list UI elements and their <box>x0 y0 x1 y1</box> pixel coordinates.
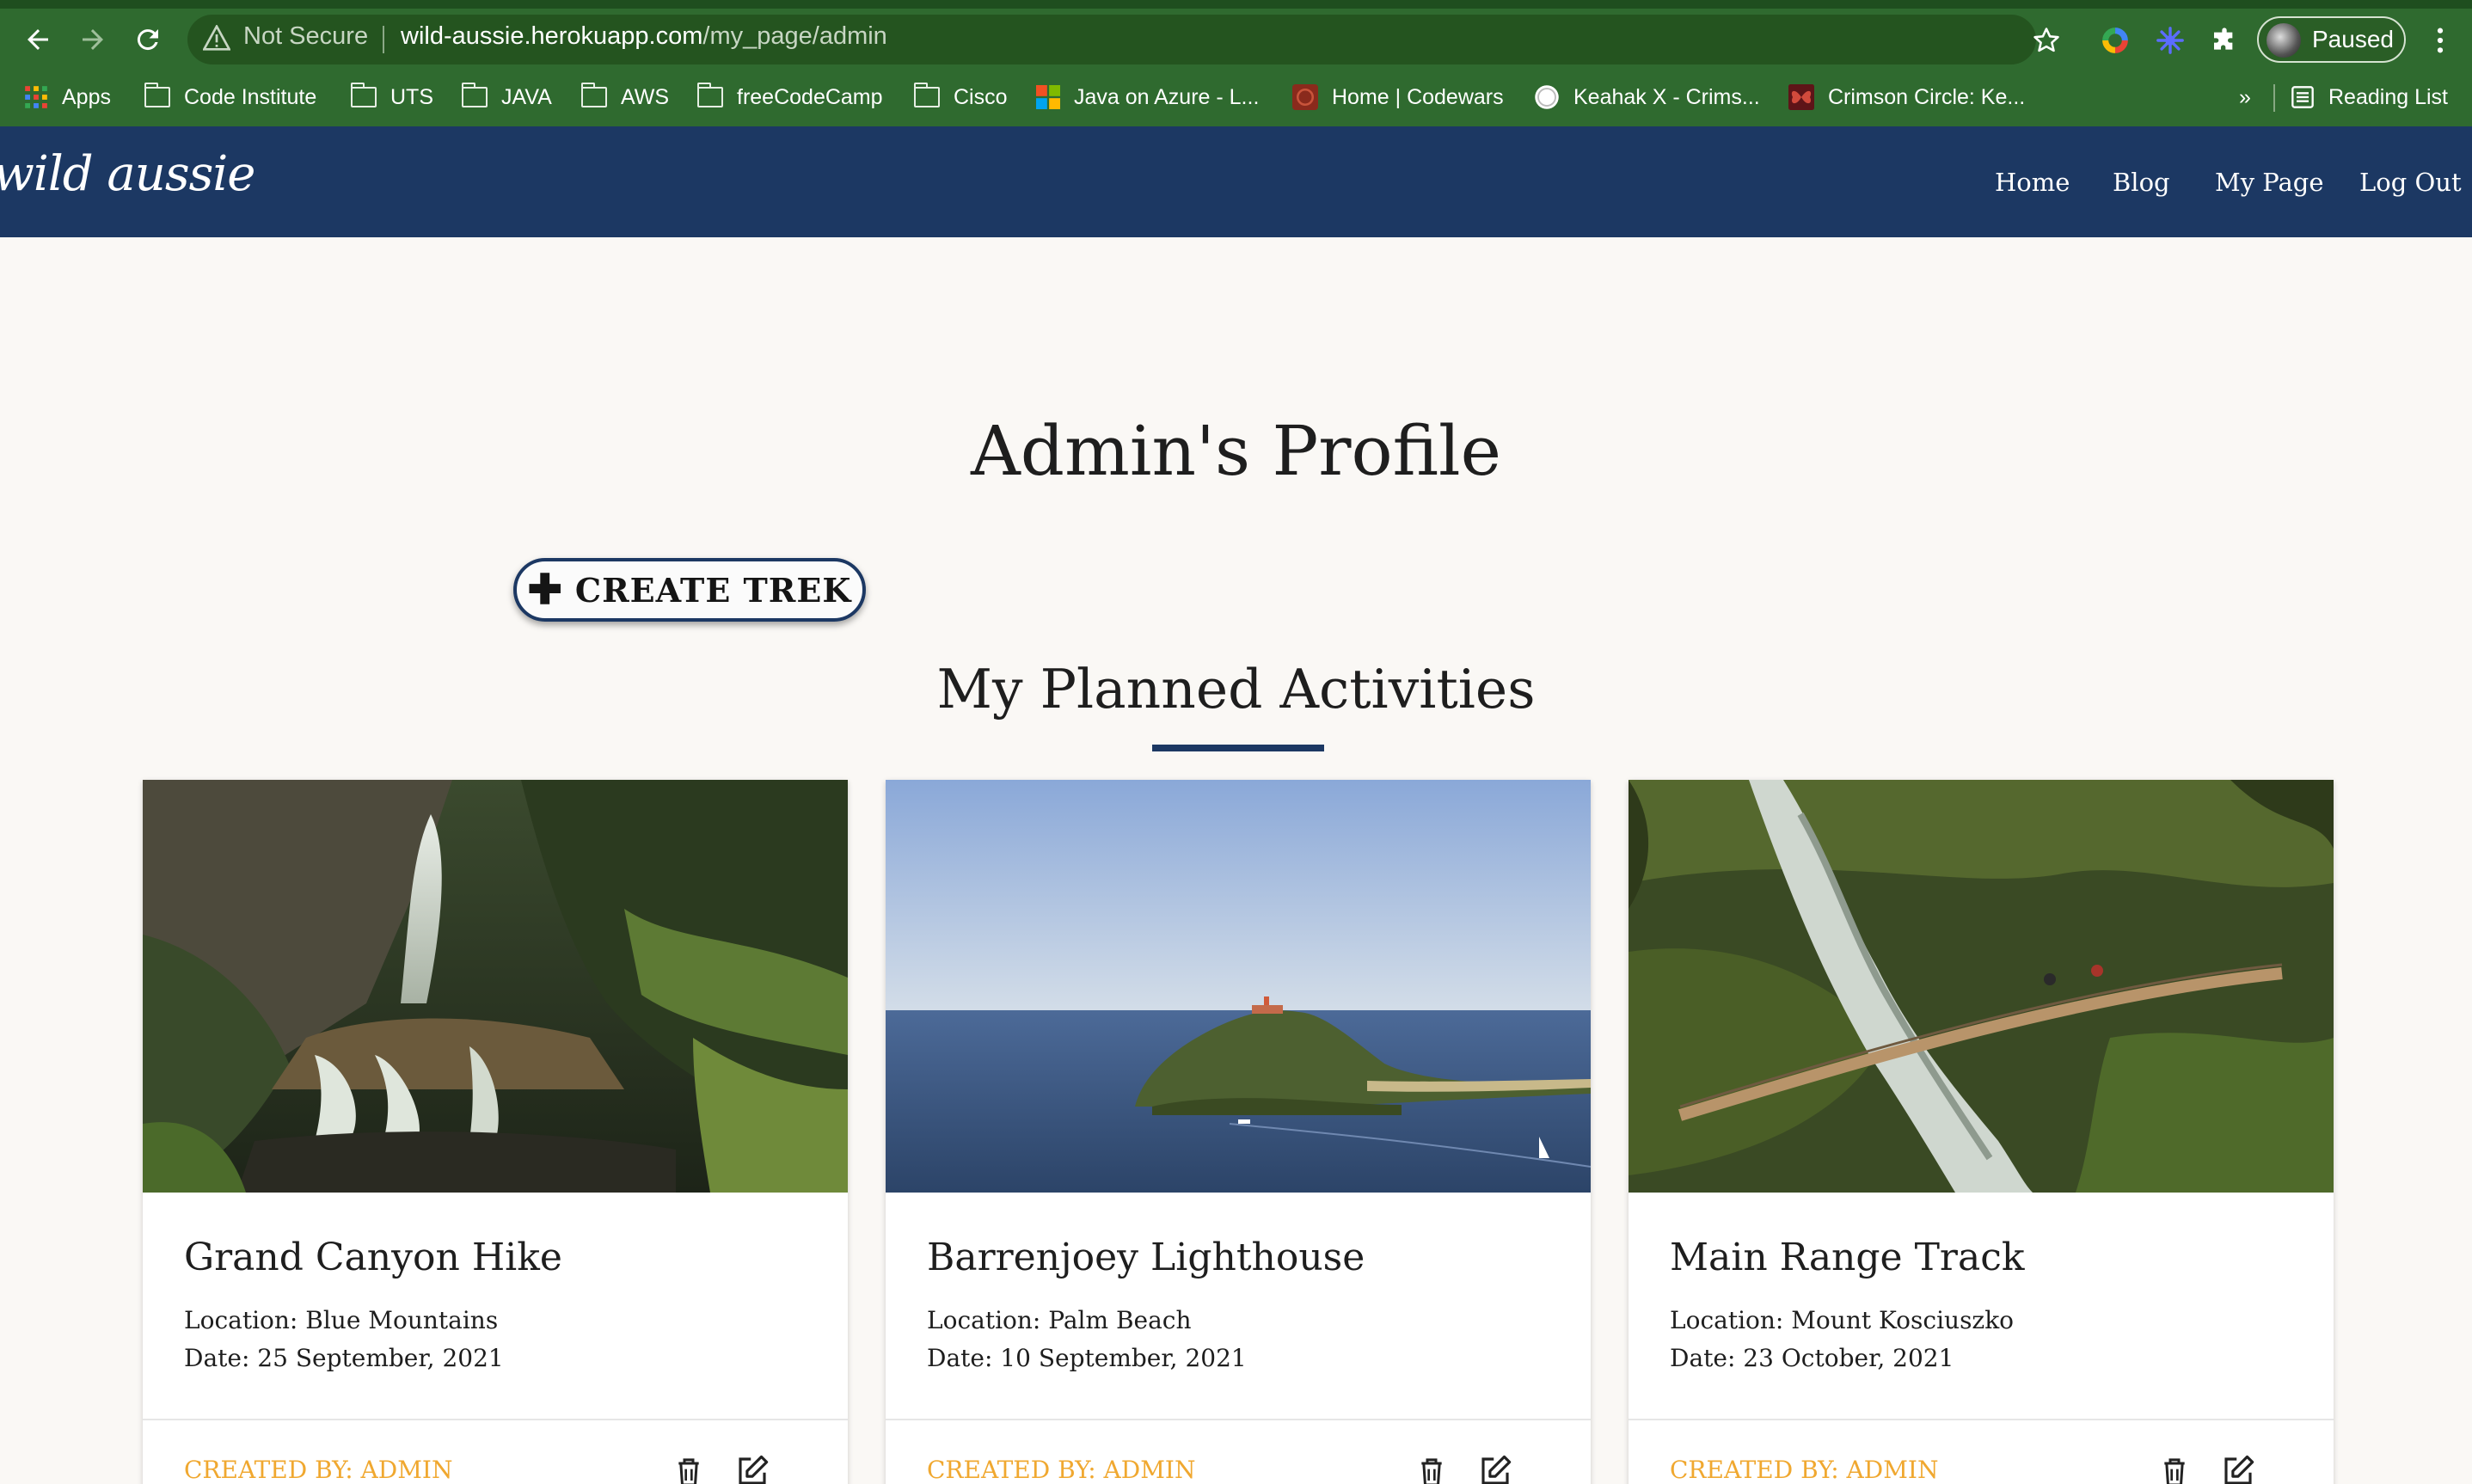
card-date: Date: 23 October, 2021 <box>1670 1344 1954 1372</box>
bookmark-label: Java on Azure - L... <box>1074 84 1260 109</box>
site-navbar <box>0 126 2472 237</box>
card-created-by: CREATED BY: ADMIN <box>927 1456 1196 1484</box>
reading-list-button[interactable]: Reading List <box>2291 81 2448 113</box>
bookmark-label: Cisco <box>954 84 1008 109</box>
nav-link-log-out[interactable]: Log Out <box>2359 168 2462 197</box>
trash-icon[interactable] <box>672 1455 706 1484</box>
nav-link-my-page[interactable]: My Page <box>2215 168 2324 197</box>
circle-icon <box>1535 85 1559 109</box>
warning-triangle-icon[interactable] <box>202 23 231 54</box>
river-bridge-photo <box>1629 780 2334 1193</box>
folder-icon <box>697 83 723 107</box>
microsoft-icon <box>1036 85 1060 109</box>
bookmark-codewars[interactable]: Home | Codewars <box>1292 81 1504 113</box>
bookmark-cisco[interactable]: Cisco <box>914 81 1008 113</box>
nav-link-blog[interactable]: Blog <box>2113 168 2170 197</box>
nav-link-home[interactable]: Home <box>1995 168 2070 197</box>
folder-icon <box>351 83 377 107</box>
not-secure-label[interactable]: Not Secure <box>243 22 368 51</box>
headland-ocean-photo <box>886 780 1591 1193</box>
card-created-by: CREATED BY: ADMIN <box>184 1456 453 1484</box>
folder-icon <box>914 83 940 107</box>
bookmarks-divider <box>2273 84 2275 112</box>
reload-icon[interactable] <box>127 19 169 60</box>
bookmark-label: Code Institute <box>184 84 317 109</box>
back-arrow-icon[interactable] <box>17 19 58 60</box>
butterfly-icon <box>1788 84 1814 110</box>
bookmark-aws[interactable]: AWS <box>581 81 669 113</box>
edit-icon[interactable] <box>2220 1453 2256 1484</box>
blue-gear-extension-icon[interactable] <box>2151 21 2189 59</box>
chrome-top-edge <box>0 0 2472 9</box>
bookmark-label: Apps <box>62 84 111 109</box>
bookmark-apps[interactable]: Apps <box>24 81 111 113</box>
folder-icon <box>144 83 170 107</box>
card-title[interactable]: Main Range Track <box>1670 1236 2025 1279</box>
forward-arrow-icon[interactable] <box>72 19 113 60</box>
bookmark-label: freeCodeCamp <box>737 84 883 109</box>
url-text[interactable]: wild-aussie.herokuapp.com/my_page/admin <box>401 22 887 51</box>
card-divider <box>1629 1419 2334 1420</box>
edit-icon[interactable] <box>1477 1453 1513 1484</box>
bookmark-label: Home | Codewars <box>1332 84 1504 109</box>
card-date: Date: 25 September, 2021 <box>184 1344 504 1372</box>
section-title: My Planned Activities <box>936 658 1536 721</box>
activity-card[interactable]: Barrenjoey Lighthouse Location: Palm Bea… <box>886 780 1591 1484</box>
bookmark-uts[interactable]: UTS <box>351 81 433 113</box>
codewars-icon <box>1292 84 1318 110</box>
apps-grid-icon <box>25 86 47 108</box>
bookmark-code-institute[interactable]: Code Institute <box>144 81 316 113</box>
trash-icon[interactable] <box>2157 1455 2192 1484</box>
waterfall-forest-photo <box>143 780 848 1193</box>
bookmark-keahak[interactable]: Keahak X - Crims... <box>1534 81 1760 113</box>
activity-card[interactable]: Main Range Track Location: Mount Koscius… <box>1629 780 2334 1484</box>
url-path: /my_page/admin <box>702 22 887 50</box>
reading-list-label: Reading List <box>2328 84 2448 109</box>
card-location: Location: Palm Beach <box>927 1306 1192 1334</box>
bookmark-label: AWS <box>621 84 670 109</box>
bookmark-label: JAVA <box>501 84 552 109</box>
chevron-double-right-icon: » <box>2239 84 2251 109</box>
extensions-puzzle-icon[interactable] <box>2205 21 2243 59</box>
edit-icon[interactable] <box>734 1453 770 1484</box>
profile-status-label: Paused <box>2312 26 2394 52</box>
bookmark-freecodecamp[interactable]: freeCodeCamp <box>697 81 883 113</box>
bookmark-star-icon[interactable] <box>2027 21 2065 59</box>
trash-icon[interactable] <box>1414 1455 1449 1484</box>
plus-icon: ✚ <box>527 566 563 614</box>
card-created-by: CREATED BY: ADMIN <box>1670 1456 1939 1484</box>
bookmark-label: Keahak X - Crims... <box>1573 84 1760 109</box>
kebab-menu-icon[interactable] <box>2421 21 2459 59</box>
card-date: Date: 10 September, 2021 <box>927 1344 1247 1372</box>
reading-list-icon <box>2291 86 2314 108</box>
bookmark-crimson-circle[interactable]: Crimson Circle: Ke... <box>1788 81 2025 113</box>
bookmark-label: Crimson Circle: Ke... <box>1828 84 2026 109</box>
url-divider <box>383 26 384 53</box>
url-host: wild-aussie.herokuapp.com <box>401 22 703 50</box>
card-location: Location: Blue Mountains <box>184 1306 499 1334</box>
bookmark-label: UTS <box>390 84 433 109</box>
create-trek-label: CREATE TREK <box>574 570 852 610</box>
page-title: Admin's Profile <box>971 411 1501 491</box>
bookmark-java-on-azure[interactable]: Java on Azure - L... <box>1036 81 1259 113</box>
card-title[interactable]: Grand Canyon Hike <box>184 1236 562 1279</box>
card-title[interactable]: Barrenjoey Lighthouse <box>927 1236 1365 1279</box>
brand-logo[interactable]: wild aussie <box>0 146 255 202</box>
folder-icon <box>462 83 488 107</box>
folder-icon <box>581 83 607 107</box>
create-trek-button[interactable]: ✚ CREATE TREK <box>513 558 866 622</box>
profile-button[interactable]: Paused <box>2257 16 2406 63</box>
activity-card[interactable]: Grand Canyon Hike Location: Blue Mountai… <box>143 780 848 1484</box>
colorful-ring-extension-icon[interactable] <box>2096 21 2134 59</box>
bookmark-java[interactable]: JAVA <box>462 81 552 113</box>
card-divider <box>143 1419 848 1420</box>
avatar <box>2267 23 2301 58</box>
card-location: Location: Mount Kosciuszko <box>1670 1306 2015 1334</box>
bookmarks-overflow-button[interactable]: » <box>2239 81 2251 113</box>
section-underline <box>1152 745 1324 751</box>
card-divider <box>886 1419 1591 1420</box>
browser-chrome: Not Secure wild-aussie.herokuapp.com/my_… <box>0 0 2472 126</box>
